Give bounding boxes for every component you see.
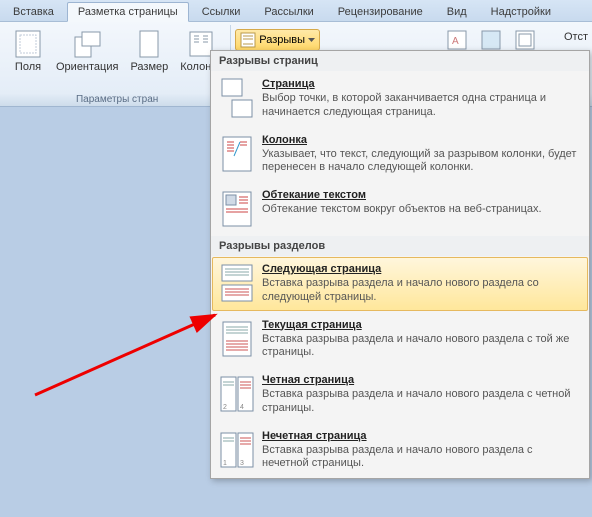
breaks-dropdown: Разрывы страниц Страница Выбор точки, в … — [210, 50, 590, 479]
group-caption: Параметры стран — [76, 93, 158, 107]
page-borders-icon[interactable] — [514, 29, 536, 51]
dd-header-section-breaks: Разрывы разделов — [211, 236, 589, 256]
size-button[interactable]: Размер — [125, 25, 173, 93]
dd-even-desc: Вставка разрыва раздела и начало нового … — [262, 388, 580, 416]
section-even-page-icon: 24 — [220, 374, 254, 414]
page-color-icon[interactable] — [480, 29, 502, 51]
margins-label: Поля — [15, 61, 41, 73]
tab-insert[interactable]: Вставка — [2, 2, 65, 21]
dd-next-title: Следующая страница — [262, 263, 580, 275]
chevron-down-icon — [308, 38, 315, 42]
svg-text:2: 2 — [223, 404, 227, 411]
breaks-label: Разрывы — [259, 34, 305, 46]
dd-cont-desc: Вставка разрыва раздела и начало нового … — [262, 333, 580, 361]
text-wrap-break-icon — [220, 189, 254, 229]
tab-mailings[interactable]: Рассылки — [253, 2, 324, 21]
tab-view[interactable]: Вид — [436, 2, 478, 21]
indent-label: Отст — [564, 31, 588, 43]
dd-page-title: Страница — [262, 78, 580, 90]
orientation-icon — [71, 28, 103, 60]
dd-odd-desc: Вставка разрыва раздела и начало нового … — [262, 444, 580, 472]
dd-odd-title: Нечетная страница — [262, 430, 580, 442]
dd-item-column[interactable]: Колонка Указывает, что текст, следующий … — [211, 127, 589, 183]
dd-item-page[interactable]: Страница Выбор точки, в которой заканчив… — [211, 71, 589, 127]
section-continuous-icon — [220, 319, 254, 359]
dd-item-text-wrapping[interactable]: Обтекание текстом Обтекание текстом вокр… — [211, 182, 589, 236]
dd-item-odd-page[interactable]: 13 Нечетная страница Вставка разрыва раз… — [211, 423, 589, 479]
dd-column-title: Колонка — [262, 134, 580, 146]
dd-wrap-desc: Обтекание текстом вокруг объектов на веб… — [262, 203, 580, 217]
dd-header-page-breaks: Разрывы страниц — [211, 51, 589, 71]
dd-wrap-title: Обтекание текстом — [262, 189, 580, 201]
orientation-label: Ориентация — [56, 61, 118, 73]
dd-item-continuous[interactable]: Текущая страница Вставка разрыва раздела… — [211, 312, 589, 368]
column-break-icon — [220, 134, 254, 174]
breaks-button[interactable]: Разрывы — [235, 29, 320, 51]
section-next-page-icon — [220, 263, 254, 303]
margins-button[interactable]: Поля — [7, 25, 49, 93]
dd-item-next-page[interactable]: Следующая страница Вставка разрыва разде… — [212, 257, 588, 311]
tab-references[interactable]: Ссылки — [191, 2, 252, 21]
svg-text:1: 1 — [223, 460, 227, 467]
tab-page-layout[interactable]: Разметка страницы — [67, 2, 189, 22]
page-break-icon — [220, 78, 254, 118]
breaks-icon — [240, 32, 256, 48]
watermark-icon[interactable]: A — [446, 29, 468, 51]
dd-page-desc: Выбор точки, в которой заканчивается одн… — [262, 92, 580, 120]
ribbon-group-page-setup: Поля Ориентация Размер Колонки — [4, 25, 231, 107]
svg-text:A: A — [452, 36, 459, 47]
dd-cont-title: Текущая страница — [262, 319, 580, 331]
size-icon — [133, 28, 165, 60]
dd-item-even-page[interactable]: 24 Четная страница Вставка разрыва разде… — [211, 367, 589, 423]
svg-text:3: 3 — [240, 460, 244, 467]
dd-column-desc: Указывает, что текст, следующий за разры… — [262, 148, 580, 176]
dd-next-desc: Вставка разрыва раздела и начало нового … — [262, 277, 580, 305]
tab-review[interactable]: Рецензирование — [327, 2, 434, 21]
orientation-button[interactable]: Ориентация — [51, 25, 123, 93]
section-odd-page-icon: 13 — [220, 430, 254, 470]
ribbon-tabs: Вставка Разметка страницы Ссылки Рассылк… — [0, 0, 592, 22]
size-label: Размер — [130, 61, 168, 73]
dd-even-title: Четная страница — [262, 374, 580, 386]
svg-text:4: 4 — [240, 404, 244, 411]
tab-addins[interactable]: Надстройки — [480, 2, 562, 21]
margins-icon — [12, 28, 44, 60]
